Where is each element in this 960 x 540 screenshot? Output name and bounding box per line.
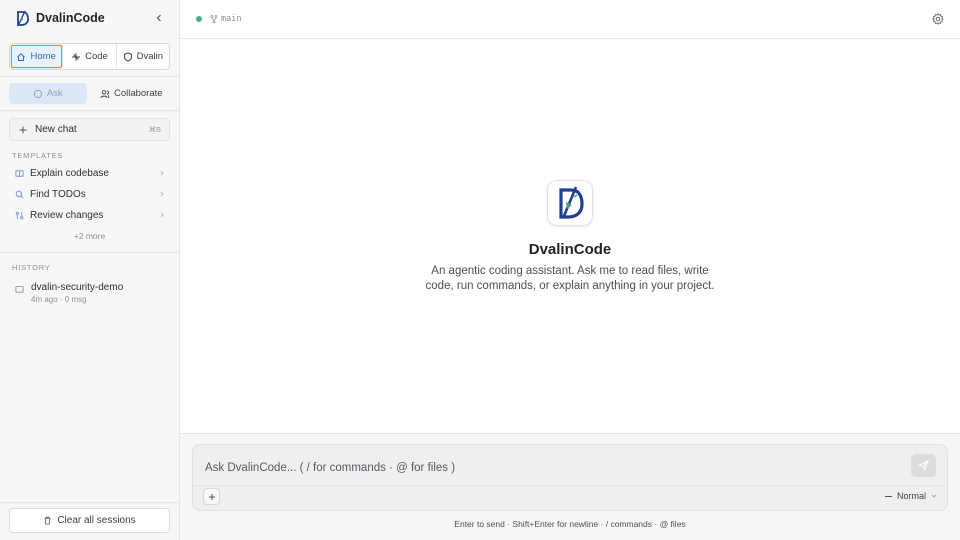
collapse-sidebar-button[interactable] [151, 10, 167, 26]
template-label: Find TODOs [30, 188, 86, 200]
chevron-down-icon [931, 494, 937, 498]
top-bar: main [180, 0, 960, 39]
tab-dvalin-label: Dvalin [136, 51, 164, 62]
composer-area: Normal Enter to send · Shift+Enter for n… [180, 433, 960, 540]
template-explain-codebase[interactable]: Explain codebase [15, 163, 165, 183]
settings-button[interactable] [932, 13, 944, 25]
ask-mode-button[interactable]: Ask [9, 83, 87, 104]
template-label: Review changes [30, 209, 104, 221]
plus-icon [208, 493, 215, 500]
templates-heading: TEMPLATES [12, 151, 64, 160]
template-review-changes[interactable]: Review changes [15, 205, 165, 225]
send-button[interactable] [911, 454, 936, 477]
mode-label: Normal [896, 491, 926, 501]
chevron-left-icon [156, 14, 161, 22]
template-label: Explain codebase [30, 167, 109, 179]
attach-button[interactable] [203, 488, 220, 505]
code-icon [72, 52, 81, 61]
mode-indicator [884, 495, 892, 497]
template-find-todos[interactable]: Find TODOs [15, 184, 165, 204]
collaborate-mode-label: Collaborate [113, 88, 163, 99]
tab-code[interactable]: Code [63, 44, 117, 69]
dvalincode-logo-icon [559, 186, 584, 219]
mode-switch: Ask Collaborate [9, 83, 170, 104]
plus-icon [19, 126, 27, 133]
book-icon [15, 169, 24, 177]
new-chat-label: New chat [35, 124, 77, 135]
chevron-right-icon [160, 191, 164, 197]
mode-select[interactable]: Normal [884, 491, 937, 501]
nav-tabs: Home Code Dvalin [9, 43, 170, 70]
hero-description: An agentic coding assistant. Ask me to r… [425, 265, 715, 292]
users-icon [100, 89, 110, 98]
history-item[interactable]: dvalin-security-demo 4m ago · 0 msg [15, 282, 170, 308]
history-heading: HISTORY [12, 263, 51, 272]
tab-dvalin[interactable]: Dvalin [117, 44, 169, 69]
history-item-title: dvalin-security-demo [31, 282, 124, 293]
tab-home-label: Home [30, 51, 56, 62]
tab-code-label: Code [85, 51, 108, 62]
divider [0, 110, 179, 111]
prompt-input[interactable] [205, 458, 885, 478]
welcome-hero: DvalinCode An agentic coding assistant. … [180, 180, 960, 294]
ask-mode-label: Ask [46, 88, 63, 99]
new-chat-button[interactable]: New chat ⌘B [9, 118, 170, 141]
sidebar: DvalinCode Home Code Dvalin Ask Collabor… [0, 0, 180, 540]
chat-bubble-icon [33, 89, 42, 98]
composer-hint: Enter to send · Shift+Enter for newline … [454, 519, 686, 529]
divider [0, 252, 179, 253]
status-indicator [196, 16, 202, 22]
main-panel: main DvalinCode An agentic coding assist… [180, 0, 960, 540]
chevron-right-icon [160, 170, 164, 176]
send-icon [918, 460, 929, 471]
new-chat-shortcut: ⌘B [148, 125, 161, 134]
shield-icon [123, 51, 132, 62]
brand-header: DvalinCode [0, 0, 179, 36]
composer-divider [193, 485, 947, 486]
trash-icon [44, 516, 51, 525]
clear-sessions-button[interactable]: Clear all sessions [9, 508, 170, 533]
git-branch-icon [210, 15, 218, 23]
branch-name: main [221, 14, 242, 24]
dvalincode-logo-icon [17, 10, 29, 26]
git-compare-icon [15, 211, 24, 219]
search-icon [15, 190, 24, 198]
history-item-meta: 4m ago · 0 msg [31, 295, 87, 304]
collaborate-mode-button[interactable]: Collaborate [93, 83, 171, 104]
home-icon [17, 52, 26, 61]
hero-logo [547, 180, 593, 226]
divider [0, 76, 179, 77]
composer: Normal [192, 444, 948, 511]
divider [0, 502, 179, 503]
gear-icon [932, 13, 944, 25]
chat-icon [15, 285, 24, 293]
clear-sessions-label: Clear all sessions [57, 515, 136, 526]
branch-indicator[interactable]: main [210, 14, 241, 24]
tab-home[interactable]: Home [10, 44, 64, 69]
hero-title: DvalinCode [528, 241, 612, 258]
chevron-right-icon [160, 212, 164, 218]
app-name: DvalinCode [36, 11, 105, 25]
history-item-text: dvalin-security-demo 4m ago · 0 msg [31, 282, 123, 308]
more-templates-link[interactable]: +2 more [0, 231, 179, 241]
